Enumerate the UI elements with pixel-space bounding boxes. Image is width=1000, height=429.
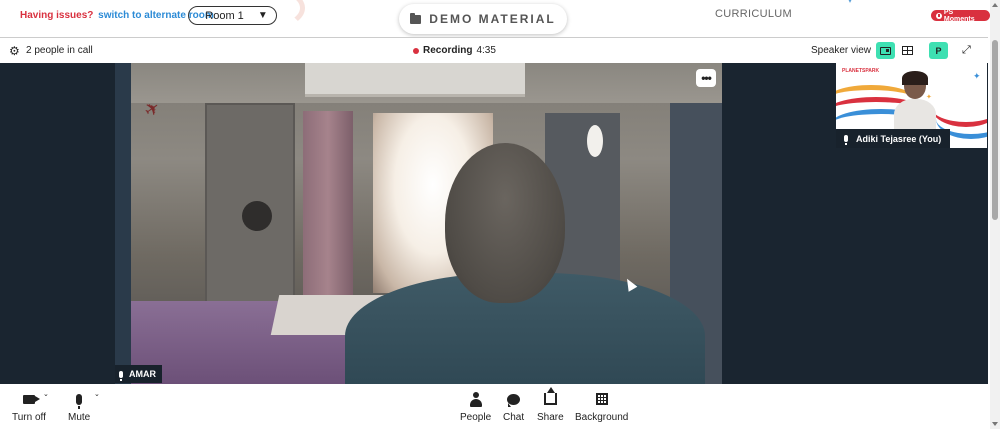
call-header: ⚙ 2 people in call Recording 4:35 Speake… xyxy=(0,37,988,63)
room-select-value: Room 1 xyxy=(205,9,244,22)
self-person-body xyxy=(894,99,936,133)
bottom-toolbar: Turn off ⌄ Mute ⌄ People Chat Share Back… xyxy=(0,384,988,429)
scroll-up-icon[interactable] xyxy=(992,3,998,7)
top-bar: Having issues? switch to alternate room … xyxy=(0,0,990,36)
grid-view-button[interactable] xyxy=(898,42,917,59)
share-icon xyxy=(543,387,557,405)
people-label: People xyxy=(460,412,492,423)
people-icon xyxy=(469,391,482,407)
chat-button[interactable]: Chat xyxy=(503,390,524,423)
gear-icon[interactable]: ⚙ xyxy=(9,45,20,57)
self-person-hair xyxy=(902,71,928,85)
recording-label: Recording xyxy=(423,45,473,56)
people-button[interactable]: People xyxy=(460,390,491,423)
video-scene-circle xyxy=(587,125,603,157)
microphone-icon xyxy=(76,393,83,409)
main-speaker-name-tag: AMAR xyxy=(115,365,162,383)
background-icon xyxy=(595,393,608,405)
brand-logo: PLANETSPARK xyxy=(842,68,880,74)
background-button[interactable]: Background xyxy=(575,390,628,423)
speaker-view-button[interactable] xyxy=(876,42,895,59)
background-label: Background xyxy=(575,412,629,423)
recording-dot-icon xyxy=(413,47,419,54)
video-scene-curtain xyxy=(303,111,353,301)
clock-icon xyxy=(936,12,942,19)
curriculum-tab[interactable]: CURRICULUM xyxy=(715,8,792,20)
demo-material-label: DEMO MATERIAL xyxy=(429,12,556,26)
room-select[interactable]: Room 1 ▼ xyxy=(188,6,277,25)
microphone-icon xyxy=(119,370,123,381)
issue-notice: Having issues? switch to alternate room xyxy=(20,10,214,21)
mic-options-chevron-icon[interactable]: ⌄ xyxy=(94,390,100,398)
video-scene-speaker-head xyxy=(445,143,565,303)
ps-moments-badge[interactable]: PS Moments xyxy=(931,8,990,23)
main-speaker-video[interactable]: ✈ xyxy=(115,63,722,384)
share-button[interactable]: Share xyxy=(537,387,564,423)
scrollbar-thumb[interactable] xyxy=(992,40,998,220)
mute-button[interactable]: Mute xyxy=(68,390,90,423)
speaker-layout-icon xyxy=(880,46,891,55)
dropdown-triangle-icon: ▼ xyxy=(257,10,268,21)
microphone-icon xyxy=(844,135,848,145)
camera-options-chevron-icon[interactable]: ⌄ xyxy=(43,390,49,398)
recording-time: 4:35 xyxy=(476,45,496,56)
ps-moments-label: PS Moments xyxy=(943,8,975,23)
camera-icon xyxy=(22,394,40,404)
people-count: 2 people in call xyxy=(26,45,93,56)
share-label: Share xyxy=(537,412,564,423)
demo-material-button[interactable]: DEMO MATERIAL xyxy=(399,4,567,34)
more-options-icon[interactable]: ••• xyxy=(696,69,716,87)
page-scrollbar[interactable] xyxy=(990,0,1000,429)
video-scene-air-conditioner xyxy=(305,63,525,97)
issue-text: Having issues? xyxy=(20,10,94,21)
self-name-tag: Adiki Tejasree (You) xyxy=(836,129,950,148)
self-name: Adiki Tejasree (You) xyxy=(856,133,942,144)
sparkle-icon: ✦ xyxy=(973,71,981,81)
camera-toggle-button[interactable]: Turn off xyxy=(12,390,46,423)
expand-icon[interactable]: ⤢ xyxy=(962,44,971,57)
view-mode-label: Speaker view xyxy=(811,45,872,56)
grid-layout-icon xyxy=(902,46,913,55)
scroll-down-icon[interactable] xyxy=(992,422,998,426)
chevron-down-icon: ▾ xyxy=(848,0,853,5)
self-video-person xyxy=(894,71,936,133)
video-scene-wall-left xyxy=(115,63,131,384)
app-page: Having issues? switch to alternate room … xyxy=(0,0,1000,429)
main-speaker-name: AMAR xyxy=(129,369,156,379)
chat-icon xyxy=(507,393,521,407)
video-scene-circle xyxy=(242,201,272,231)
chat-label: Chat xyxy=(503,412,525,423)
mute-label: Mute xyxy=(68,412,91,423)
video-stage: ✈ ••• AMAR PLANETSPARK ✦ ✦ Adiki Tejasre xyxy=(0,63,988,384)
folder-icon xyxy=(410,12,422,24)
camera-label: Turn off xyxy=(12,412,46,423)
participant-avatar-button[interactable]: P xyxy=(929,42,948,59)
recording-indicator: Recording 4:35 xyxy=(413,45,496,56)
